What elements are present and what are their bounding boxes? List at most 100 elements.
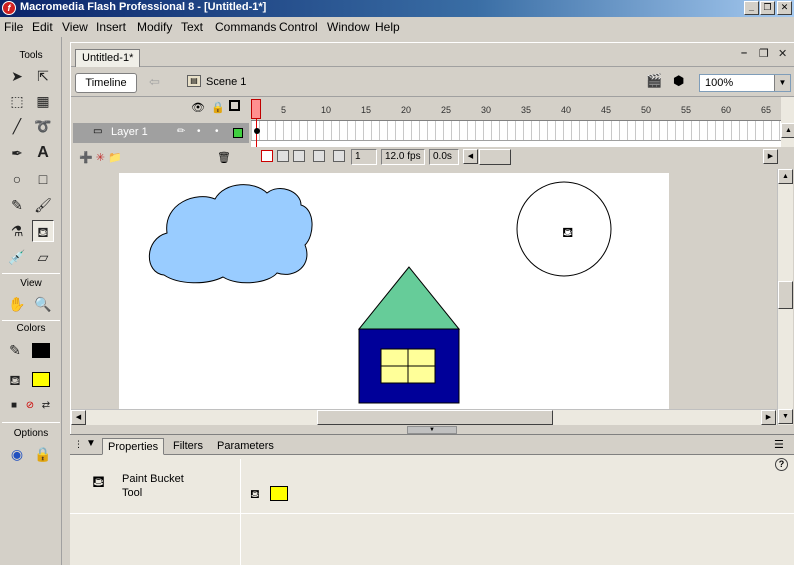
fill-color-swatch[interactable] [32, 372, 50, 387]
eye-icon[interactable]: 👁 [191, 101, 205, 114]
menu-edit[interactable]: Edit [32, 20, 53, 34]
close-button[interactable]: ✕ [777, 1, 792, 15]
onion-skin-icon[interactable] [277, 150, 289, 162]
timeline-scroll-thumb[interactable] [479, 149, 511, 165]
zoom-select[interactable]: 100% ▼ [699, 74, 791, 92]
menu-control[interactable]: Control [279, 20, 318, 34]
frames-area[interactable]: 1 5 10 15 20 25 30 35 40 45 50 55 60 65 [251, 97, 781, 147]
vertical-scroll-thumb[interactable] [778, 281, 793, 309]
stroke-color-swatch[interactable] [32, 343, 50, 358]
oval-tool-icon[interactable]: ○ [6, 168, 28, 190]
help-icon[interactable]: ? [775, 458, 788, 471]
text-tool-icon[interactable]: A [32, 142, 54, 164]
hand-tool-icon[interactable]: ✋ [6, 293, 28, 315]
menu-file[interactable]: File [4, 20, 23, 34]
scene-label[interactable]: Scene 1 [206, 76, 246, 88]
lock-dot-icon[interactable]: • [215, 126, 219, 137]
doc-close-icon[interactable]: ✕ [778, 47, 787, 60]
scroll-up-icon[interactable]: ▲ [778, 169, 793, 184]
layer-row[interactable]: ▭ Layer 1 ✏ • • [73, 123, 249, 143]
scroll-left-icon[interactable]: ◀ [71, 410, 86, 425]
lock-icon[interactable]: 🔒 [211, 101, 225, 114]
cloud-shape[interactable] [148, 184, 313, 284]
keyframe-dot[interactable] [254, 128, 260, 134]
frame-row[interactable] [251, 121, 781, 141]
pen-tool-icon[interactable]: ✒ [6, 142, 28, 164]
arrow-tool-icon[interactable]: ➤ [6, 65, 28, 87]
swap-colors-icon[interactable]: ⇄ [38, 395, 54, 417]
stage-vertical-scrollbar[interactable]: ▲ ▼ [777, 169, 793, 425]
back-arrow-icon[interactable]: ⇦ [149, 74, 160, 90]
gradient-transform-tool-icon[interactable]: ▦ [32, 90, 54, 112]
edit-symbols-icon[interactable]: ⬢ [673, 73, 684, 89]
eyedropper-tool-icon[interactable]: 💉 [6, 246, 28, 268]
eraser-tool-icon[interactable]: ▱ [32, 246, 54, 268]
insert-layer-icon[interactable]: ➕ [79, 152, 93, 164]
subselect-tool-icon[interactable]: ⇱ [32, 65, 54, 87]
stage-horizontal-scrollbar[interactable]: ◀ ▶ [71, 409, 777, 425]
scroll-left-icon[interactable]: ◀ [463, 149, 478, 164]
add-guide-layer-icon[interactable]: ✳ [96, 152, 105, 164]
pencil-tool-icon[interactable]: ✎ [6, 194, 28, 216]
edit-multiple-frames-icon[interactable] [313, 150, 325, 162]
scroll-right-icon[interactable]: ▶ [761, 410, 776, 425]
frame-rate-field[interactable]: 12.0 fps [381, 149, 425, 165]
menu-help[interactable]: Help [375, 20, 400, 34]
scroll-up-icon[interactable]: ▲ [781, 123, 794, 138]
insert-folder-icon[interactable]: 📁 [108, 152, 122, 164]
gap-size-icon[interactable]: ◉ [6, 443, 28, 465]
black-white-icon[interactable]: ■ [6, 395, 22, 417]
stage-canvas[interactable]: ⛾ [119, 173, 669, 409]
playhead[interactable] [251, 99, 261, 119]
horizontal-scroll-thumb[interactable] [317, 410, 553, 425]
ink-bottle-tool-icon[interactable]: ⚗ [6, 220, 28, 242]
visible-dot-icon[interactable]: • [197, 126, 201, 137]
panel-grip-icon[interactable]: ⋮ [74, 439, 83, 450]
menu-modify[interactable]: Modify [137, 20, 172, 34]
no-color-icon[interactable]: ⊘ [22, 395, 38, 417]
layer-color-box[interactable] [233, 128, 243, 138]
fill-color-swatch[interactable] [270, 486, 288, 501]
onion-outlines-icon[interactable] [293, 150, 305, 162]
free-transform-tool-icon[interactable]: ⬚ [6, 90, 28, 112]
timeline-vertical-scrollbar[interactable]: ▲ [781, 97, 794, 147]
menu-window[interactable]: Window [327, 20, 370, 34]
panel-options-icon[interactable]: ☰ [774, 438, 784, 451]
outline-icon[interactable] [229, 100, 240, 111]
lasso-tool-icon[interactable]: ➰ [32, 115, 54, 137]
chevron-down-icon[interactable]: ▼ [774, 75, 790, 91]
minimize-button[interactable]: _ [744, 1, 759, 15]
menu-insert[interactable]: Insert [96, 20, 126, 34]
frame-ruler[interactable]: 1 5 10 15 20 25 30 35 40 45 50 55 60 65 [251, 97, 781, 121]
doc-restore-icon[interactable]: ❐ [759, 47, 769, 60]
timeline-toggle-button[interactable]: Timeline [75, 73, 137, 93]
edit-scene-icon[interactable]: 🎬 [646, 73, 662, 89]
doc-minimize-icon[interactable]: – [741, 47, 747, 59]
center-frame-icon[interactable] [261, 150, 273, 162]
ruler-tick: 35 [521, 105, 532, 115]
layer-name[interactable]: Layer 1 [111, 126, 148, 138]
menu-view[interactable]: View [62, 20, 88, 34]
rectangle-tool-icon[interactable]: □ [32, 168, 54, 190]
brush-tool-icon[interactable]: 🖌 [32, 194, 54, 216]
panel-collapse-icon[interactable]: ▼ [86, 438, 96, 449]
stage-pasteboard[interactable]: ⛾ [71, 169, 781, 409]
lock-fill-icon[interactable]: 🔒 [32, 443, 54, 465]
tab-parameters[interactable]: Parameters [212, 438, 279, 455]
line-tool-icon[interactable]: ╱ [6, 115, 28, 137]
delete-layer-icon[interactable]: 🗑 [217, 151, 231, 164]
tab-filters[interactable]: Filters [168, 438, 208, 455]
collapse-arrow-icon[interactable]: ▼ [407, 426, 457, 434]
document-tab[interactable]: Untitled-1* [75, 49, 141, 67]
zoom-tool-icon[interactable]: 🔍 [32, 293, 54, 315]
paint-bucket-tool-icon[interactable]: ⛾ [32, 220, 54, 242]
tab-properties[interactable]: Properties [102, 438, 165, 455]
scroll-right-icon[interactable]: ▶ [763, 149, 778, 164]
menu-text[interactable]: Text [181, 20, 203, 34]
modify-onion-markers-icon[interactable] [333, 150, 345, 162]
restore-button[interactable]: ❐ [760, 1, 775, 15]
menu-commands[interactable]: Commands [215, 20, 276, 34]
house-roof[interactable] [357, 266, 461, 330]
scroll-down-icon[interactable]: ▼ [778, 409, 793, 424]
stage-artwork[interactable]: ⛾ [119, 173, 669, 409]
